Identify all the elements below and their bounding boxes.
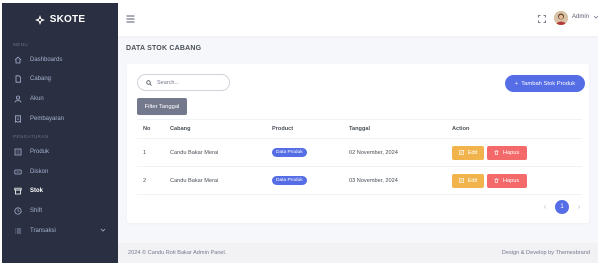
cell-cabang: Candu Bakar Merai xyxy=(164,166,266,195)
user-icon xyxy=(14,95,22,103)
pagination-page-current[interactable]: 1 xyxy=(555,200,569,214)
sidebar: SKOTE MENU Dashboards Cabang Akun Pembay… xyxy=(2,3,118,263)
home-icon xyxy=(14,56,22,64)
sidebar-item-pembayaran[interactable]: Pembayaran xyxy=(2,109,118,129)
sidebar-item-produk[interactable]: Produk xyxy=(2,142,118,162)
pagination: ‹ 1 › xyxy=(541,200,583,214)
menu-section-title: MENU xyxy=(13,42,29,47)
column-header-tanggal: Tanggal xyxy=(343,119,446,139)
table-row: 1 Candu Bakar Merai Data Produk 02 Novem… xyxy=(137,138,582,167)
sidebar-item-label: Shift xyxy=(30,207,43,214)
brand-logo[interactable]: SKOTE xyxy=(2,3,118,36)
page-title: DATA STOK CABANG xyxy=(126,45,202,52)
cell-cabang: Candu Bakar Merai xyxy=(164,138,266,167)
stock-card: + Tambah Stok Produk Filter Tanggal No C… xyxy=(127,64,589,223)
sidebar-item-shift[interactable]: Shift xyxy=(2,201,118,221)
column-header-no: No xyxy=(137,119,164,139)
product-badge[interactable]: Data Produk xyxy=(272,148,307,157)
sidebar-item-label: Akun xyxy=(30,95,44,102)
add-stock-button[interactable]: + Tambah Stok Produk xyxy=(505,75,585,92)
sidebar-item-label: Pembayaran xyxy=(30,115,65,122)
sidebar-item-label: Diskon xyxy=(30,168,49,175)
logo-icon xyxy=(34,14,45,25)
cell-product: Data Produk xyxy=(266,138,343,167)
search-icon xyxy=(146,79,152,86)
sidebar-item-transaksi[interactable]: Transaksi xyxy=(2,221,118,241)
avatar[interactable] xyxy=(554,11,568,25)
table-row: 2 Candu Bakar Merai Data Produk 03 Novem… xyxy=(137,166,582,195)
file-icon xyxy=(15,75,21,83)
edit-button[interactable]: Edit xyxy=(452,145,484,160)
column-header-cabang: Cabang xyxy=(164,119,266,139)
edit-label: Edit xyxy=(467,177,478,184)
cell-tanggal: 02 November, 2024 xyxy=(343,138,446,167)
product-badge[interactable]: Data Produk xyxy=(272,176,307,185)
edit-icon xyxy=(458,150,464,155)
delete-label: Hapus xyxy=(502,177,520,184)
receipt-icon xyxy=(15,114,21,123)
filter-date-button[interactable]: Filter Tanggal xyxy=(137,98,187,115)
edit-icon xyxy=(458,178,464,183)
delete-label: Hapus xyxy=(502,149,520,156)
sidebar-item-label: Cabang xyxy=(30,76,52,83)
footer: 2024 © Candu Roti Bakar Admin Panel. Des… xyxy=(118,243,598,263)
trash-icon xyxy=(494,178,499,183)
settings-section-title: PENGATURAN xyxy=(13,134,49,140)
chevron-down-icon xyxy=(100,228,106,232)
topbar: Admin xyxy=(118,3,598,36)
cell-product: Data Produk xyxy=(266,166,343,195)
edit-label: Edit xyxy=(467,149,478,156)
app-frame: SKOTE MENU Dashboards Cabang Akun Pembay… xyxy=(2,3,598,263)
footer-credit: Design & Develop by Themesbrand xyxy=(501,250,590,256)
list-icon xyxy=(15,228,21,233)
sidebar-item-label: Dashboards xyxy=(30,56,63,63)
user-name[interactable]: Admin xyxy=(572,14,589,20)
stock-table: No Cabang Product Tanggal Action 1 Candu… xyxy=(137,119,582,195)
sidebar-item-stok[interactable]: Stok xyxy=(2,182,118,202)
brand-name: SKOTE xyxy=(49,14,86,25)
cell-no: 1 xyxy=(137,138,164,167)
cell-action: Edit Hapus xyxy=(446,138,582,167)
sidebar-item-cabang[interactable]: Cabang xyxy=(2,70,118,90)
cell-no: 2 xyxy=(137,166,164,195)
footer-copyright: 2024 © Candu Roti Bakar Admin Panel. xyxy=(128,250,227,256)
tag-icon xyxy=(14,169,22,175)
sidebar-item-label: Transaksi xyxy=(30,227,56,234)
plus-icon: + xyxy=(514,80,519,87)
sidebar-item-label: Stok xyxy=(30,188,44,195)
list-icon xyxy=(14,148,22,156)
sidebar-item-label: Produk xyxy=(30,149,50,156)
delete-button[interactable]: Hapus xyxy=(486,145,527,160)
pagination-prev[interactable]: ‹ xyxy=(541,204,549,211)
column-header-product: Product xyxy=(266,119,343,139)
delete-button[interactable]: Hapus xyxy=(486,173,527,188)
sidebar-item-dashboards[interactable]: Dashboards xyxy=(2,50,118,70)
sidebar-item-akun[interactable]: Akun xyxy=(2,89,118,109)
edit-button[interactable]: Edit xyxy=(452,173,484,188)
chevron-down-icon[interactable] xyxy=(593,14,598,20)
add-stock-label: Tambah Stok Produk xyxy=(521,80,576,87)
search-box[interactable] xyxy=(137,74,230,91)
hamburger-menu-icon[interactable] xyxy=(126,15,135,23)
cell-action: Edit Hapus xyxy=(446,166,582,195)
box-icon xyxy=(14,188,22,195)
pagination-next[interactable]: › xyxy=(575,204,583,211)
table-header-row: No Cabang Product Tanggal Action xyxy=(137,119,582,139)
search-input[interactable] xyxy=(157,79,227,86)
fullscreen-icon[interactable] xyxy=(538,15,546,23)
sidebar-item-diskon[interactable]: Diskon xyxy=(2,162,118,182)
avatar-image xyxy=(554,11,568,25)
clock-icon xyxy=(14,207,22,215)
column-header-action: Action xyxy=(446,119,582,139)
cell-tanggal: 03 November, 2024 xyxy=(343,166,446,195)
trash-icon xyxy=(494,150,499,155)
